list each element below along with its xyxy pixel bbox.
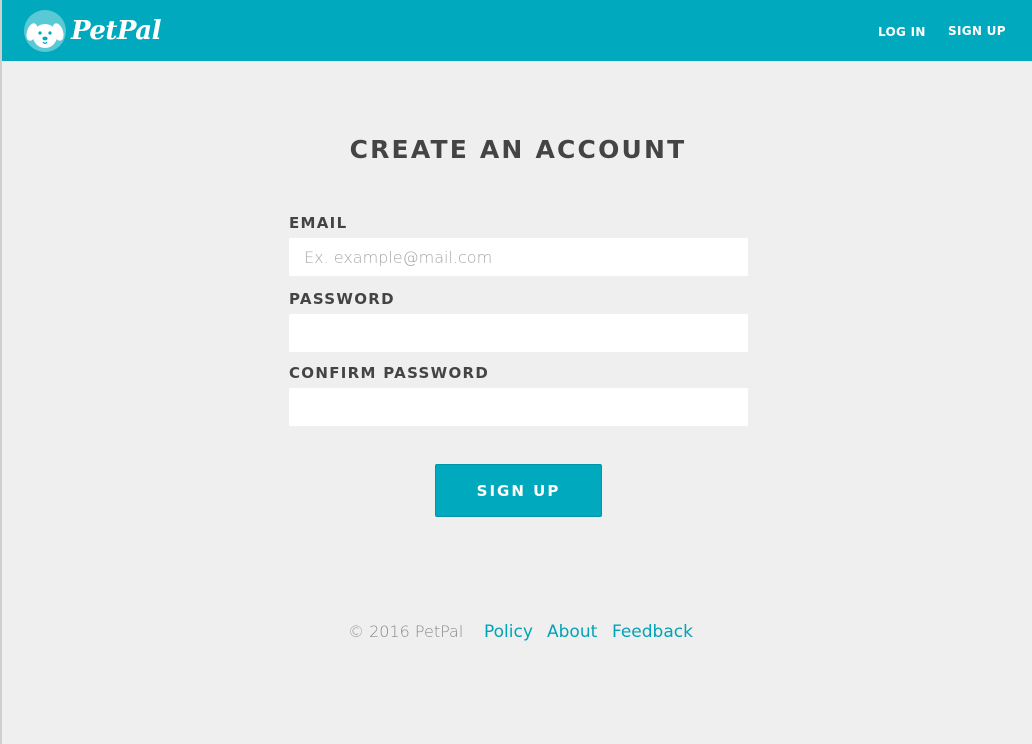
confirm-password-field[interactable] (289, 388, 748, 426)
email-field[interactable] (289, 238, 748, 276)
footer-policy-link[interactable]: Policy (484, 622, 533, 642)
password-field[interactable] (289, 314, 748, 352)
top-navbar: PetPal LOG IN SIGN UP (2, 0, 1032, 61)
page-footer: © 2016 PetPal Policy About Feedback (2, 622, 1032, 646)
page-title: CREATE AN ACCOUNT (349, 135, 687, 164)
brand-logo-link[interactable]: PetPal (24, 10, 161, 52)
brand-name: PetPal (71, 16, 161, 46)
footer-about-link[interactable]: About (547, 622, 597, 642)
signup-page: PetPal LOG IN SIGN UP CREATE AN ACCOUNT … (0, 0, 1032, 744)
nav-login-link[interactable]: LOG IN (878, 25, 926, 39)
copyright-text: © 2016 PetPal (348, 622, 464, 641)
footer-feedback-link[interactable]: Feedback (612, 622, 693, 642)
password-label: PASSWORD (289, 290, 395, 308)
dog-face-icon (24, 10, 66, 52)
confirm-password-label: CONFIRM PASSWORD (289, 364, 490, 382)
nav-signup-link[interactable]: SIGN UP (948, 24, 1006, 38)
signup-submit-button[interactable]: SIGN UP (435, 464, 602, 517)
email-label: EMAIL (289, 214, 348, 232)
